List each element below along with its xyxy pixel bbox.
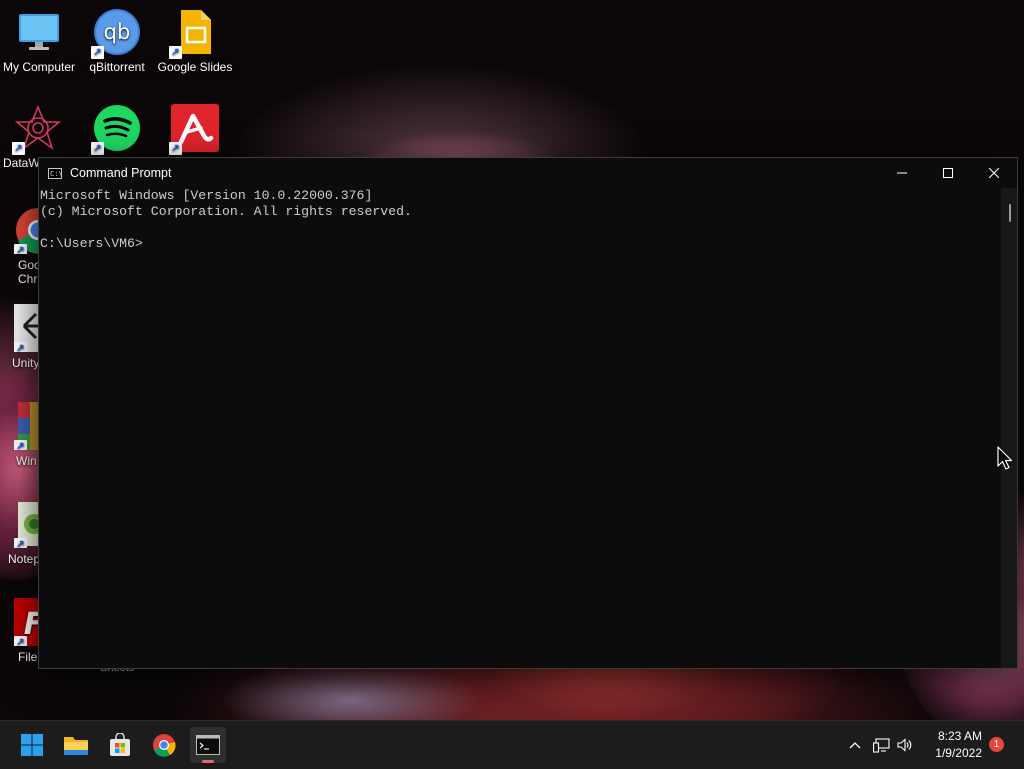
minimize-icon [897,172,907,174]
store-icon [110,733,130,756]
desktop-icon-avira[interactable]: ↗ [156,104,234,155]
shortcut-arrow-icon: ↗ [14,636,27,646]
system-tray [846,721,914,769]
desktop-icon-label: Google Slides [157,60,233,74]
command-prompt-icon: C:\ [48,167,63,179]
volume-button[interactable] [896,735,914,755]
shortcut-arrow-icon: ↗ [14,440,27,450]
desktop-icon-winrar[interactable]: ↗ Win [0,402,40,468]
mouse-cursor-icon [997,446,1013,477]
desktop-icon-label: Notep [8,552,41,566]
console-prompt: C:\Users\VM6> [40,236,143,251]
taskbar-store[interactable] [102,727,138,763]
volume-icon [897,738,912,752]
desktop-icon-spotify[interactable]: ↗ [78,104,156,155]
taskbar: 8:23 AM 1/9/2022 1 [0,720,1024,769]
scrollbar-thumb[interactable] [1009,204,1011,222]
shortcut-arrow-icon: ↗ [91,46,104,59]
show-hidden-icons-button[interactable] [846,735,864,755]
desktop-icon-chrome[interactable]: ↗ Goo Chro [0,206,45,286]
console-output[interactable]: Microsoft Windows [Version 10.0.22000.37… [39,188,1001,668]
desktop-icon-label: Win [16,454,37,468]
shortcut-arrow-icon: ↗ [169,142,182,155]
shortcut-arrow-icon: ↗ [169,46,182,59]
desktop-icon-label: Unity [12,356,40,370]
clock-time: 8:23 AM [937,729,982,743]
maximize-button[interactable] [925,158,971,188]
desktop-icon-label: Goo Chro [18,258,45,286]
desktop-icon-qbittorrent[interactable]: qb ↗ qBittorrent [78,8,156,74]
minimize-button[interactable] [879,158,925,188]
chevron-up-icon [849,742,861,749]
window-titlebar[interactable]: C:\ Command Prompt [39,158,1017,188]
svg-text:qb: qb [104,20,131,44]
desktop-icon-label: File [18,650,38,664]
close-icon [989,168,999,178]
console-line: (c) Microsoft Corporation. All rights re… [40,204,412,219]
taskbar-clock[interactable]: 8:23 AM 1/9/2022 [935,728,982,762]
desktop-icon-google-slides[interactable]: ↗ Google Slides [156,8,234,74]
desktop-icon-my-computer[interactable]: My Computer [0,8,78,74]
taskbar-chrome[interactable] [146,727,182,763]
notification-badge[interactable]: 1 [989,737,1004,752]
window-title: Command Prompt [70,166,172,180]
desktop-icon-unity[interactable]: ↗ Unity [0,304,40,370]
shortcut-arrow-icon: ↗ [12,142,25,155]
shortcut-arrow-icon: ↗ [91,142,104,155]
command-prompt-window[interactable]: C:\ Command Prompt Microsoft Windows [Ve… [38,157,1018,669]
network-button[interactable] [872,735,890,755]
start-icon [21,734,43,756]
desktop-icon-label: My Computer [2,60,76,74]
shortcut-arrow-icon: ↗ [14,342,27,352]
taskbar-command-prompt[interactable] [190,727,226,763]
file-explorer-icon [64,737,88,755]
active-app-indicator [202,760,214,763]
close-button[interactable] [971,158,1017,188]
maximize-icon [943,168,953,178]
vertical-scrollbar[interactable] [1001,188,1017,668]
monitor-icon [19,14,59,50]
shortcut-arrow-icon: ↗ [14,244,27,254]
chrome-icon [153,734,176,757]
clock-date: 1/9/2022 [935,746,982,760]
desktop-icon-filezilla[interactable]: F ↗ File [0,598,40,664]
start-button[interactable] [14,727,50,763]
network-icon [872,737,890,753]
desktop-icon-notepad[interactable]: ↗ Notep [0,500,40,566]
desktop-icon-label: qBittorrent [89,60,145,74]
shortcut-arrow-icon: ↗ [14,538,27,548]
console-line: Microsoft Windows [Version 10.0.22000.37… [40,188,373,203]
taskbar-file-explorer[interactable] [58,727,94,763]
terminal-icon [196,735,220,755]
